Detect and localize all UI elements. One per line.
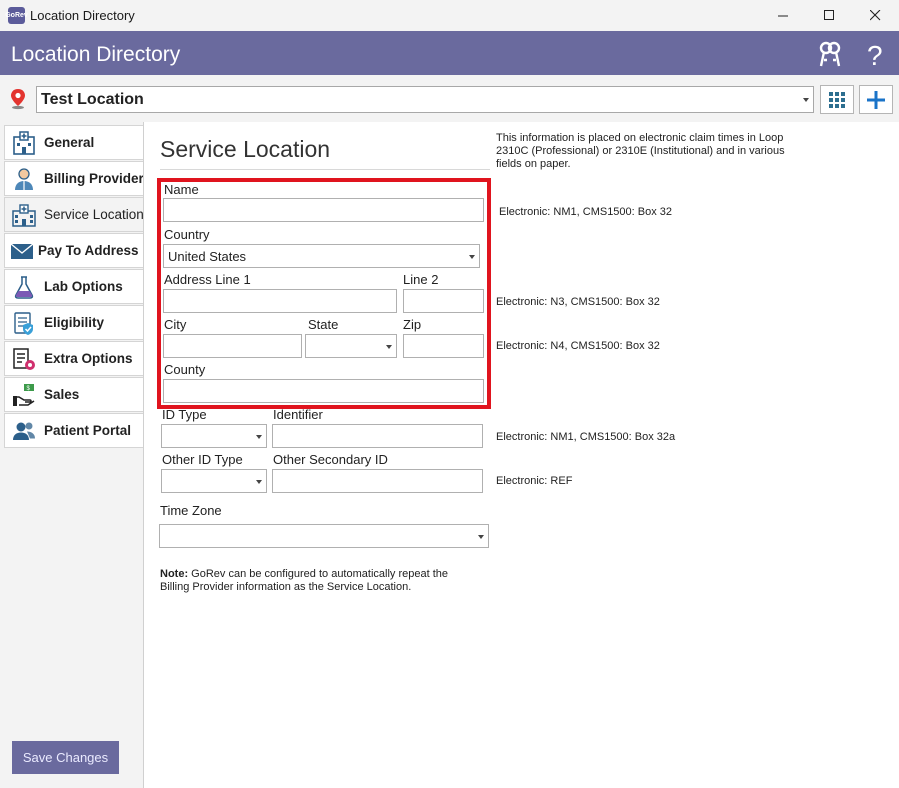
hospital-icon bbox=[12, 130, 36, 155]
sidebar-item-eligibility[interactable]: Eligibility bbox=[4, 305, 143, 340]
electronic-address-note: Electronic: N3, CMS1500: Box 32 bbox=[496, 296, 660, 308]
sidebar-item-lab-options[interactable]: Lab Options bbox=[4, 269, 143, 304]
other-id-type-select[interactable] bbox=[161, 469, 267, 493]
country-value: United States bbox=[168, 249, 247, 264]
plus-icon bbox=[867, 90, 885, 109]
city-field[interactable] bbox=[163, 334, 302, 358]
sidebar: General Billing Provider Service Locatio… bbox=[0, 122, 144, 788]
chevron-down-icon bbox=[478, 535, 484, 539]
sidebar-item-pay-to-address[interactable]: Pay To Address bbox=[4, 233, 143, 268]
country-select[interactable]: United States bbox=[163, 244, 480, 268]
sidebar-item-label: Patient Portal bbox=[44, 423, 132, 438]
chevron-down-icon bbox=[256, 480, 262, 484]
address-line1-label: Address Line 1 bbox=[164, 272, 251, 287]
eligibility-icon bbox=[12, 311, 36, 335]
minimize-icon bbox=[777, 15, 788, 17]
grid-view-button[interactable] bbox=[820, 85, 854, 114]
line2-label: Line 2 bbox=[403, 272, 439, 287]
identifier-field[interactable] bbox=[272, 424, 483, 448]
window-titlebar: GoRev Location Directory bbox=[0, 0, 899, 31]
chevron-down-icon bbox=[256, 435, 262, 439]
sidebar-item-label: Pay To Address bbox=[38, 243, 139, 258]
help-icon: ? bbox=[867, 40, 883, 71]
chevron-down-icon bbox=[386, 345, 392, 349]
other-id-type-label: Other ID Type bbox=[162, 452, 243, 467]
svg-text:?: ? bbox=[867, 40, 883, 68]
options-icon bbox=[12, 347, 36, 371]
sidebar-item-label: Sales bbox=[44, 387, 80, 402]
chevron-down-icon bbox=[803, 98, 809, 102]
zip-field[interactable] bbox=[403, 334, 484, 358]
zip-label: Zip bbox=[403, 317, 422, 332]
add-location-button[interactable] bbox=[859, 85, 893, 114]
clinic-icon bbox=[12, 203, 36, 227]
sales-icon: $ bbox=[12, 383, 36, 407]
sidebar-item-label: Billing Provider bbox=[44, 171, 144, 186]
state-label: State bbox=[308, 317, 339, 332]
close-icon bbox=[869, 10, 880, 21]
id-type-label: ID Type bbox=[162, 407, 207, 422]
sidebar-item-general[interactable]: General bbox=[4, 125, 143, 160]
header-title: Location Directory bbox=[11, 43, 181, 66]
time-zone-select[interactable] bbox=[159, 524, 489, 548]
name-label: Name bbox=[164, 182, 199, 197]
country-label: Country bbox=[164, 227, 210, 242]
maximize-icon bbox=[823, 10, 834, 20]
county-field[interactable] bbox=[163, 379, 484, 403]
other-secondary-id-field[interactable] bbox=[272, 469, 483, 493]
electronic-city-note: Electronic: N4, CMS1500: Box 32 bbox=[496, 340, 660, 352]
id-type-select[interactable] bbox=[161, 424, 267, 448]
save-changes-button[interactable]: Save Changes bbox=[12, 741, 119, 774]
location-select-value: Test Location bbox=[41, 91, 144, 108]
sidebar-item-label: Extra Options bbox=[44, 351, 133, 366]
info-text: This information is placed on electronic… bbox=[496, 132, 785, 170]
envelope-icon bbox=[10, 239, 34, 263]
page-title: Service Location bbox=[160, 136, 331, 162]
electronic-secondary-note: Electronic: REF bbox=[496, 475, 573, 487]
sidebar-item-label: Eligibility bbox=[44, 315, 105, 330]
close-button[interactable] bbox=[852, 0, 898, 31]
county-label: County bbox=[164, 362, 206, 377]
city-label: City bbox=[164, 317, 187, 332]
sidebar-item-extra-options[interactable]: Extra Options bbox=[4, 341, 143, 376]
map-pin-icon bbox=[11, 89, 25, 110]
users-icon bbox=[12, 419, 36, 443]
other-secondary-id-label: Other Secondary ID bbox=[273, 452, 388, 467]
doctor-icon bbox=[12, 167, 36, 191]
note-text: GoRev can be configured to automatically… bbox=[160, 568, 448, 593]
line2-field[interactable] bbox=[403, 289, 484, 313]
sidebar-item-sales[interactable]: $ Sales bbox=[4, 377, 143, 412]
electronic-name-note: Electronic: NM1, CMS1500: Box 32 bbox=[499, 206, 673, 218]
chevron-down-icon bbox=[469, 255, 475, 259]
configuration-note: Note: GoRev can be configured to automat… bbox=[160, 568, 480, 594]
sidebar-item-label: Service Location bbox=[44, 207, 144, 222]
sidebar-item-patient-portal[interactable]: Patient Portal bbox=[4, 413, 143, 448]
identifier-label: Identifier bbox=[273, 407, 323, 422]
sidebar-item-label: Lab Options bbox=[44, 279, 123, 294]
address-line1-field[interactable] bbox=[163, 289, 397, 313]
name-field[interactable] bbox=[163, 198, 484, 222]
main-panel: Service Location This information is pla… bbox=[143, 122, 899, 788]
flask-icon bbox=[12, 275, 36, 299]
location-select[interactable]: Test Location bbox=[36, 86, 814, 113]
sidebar-item-service-location[interactable]: Service Location bbox=[4, 197, 144, 232]
app-header: Location Directory ? bbox=[0, 31, 899, 75]
state-select[interactable] bbox=[305, 334, 397, 358]
sidebar-item-billing-provider[interactable]: Billing Provider bbox=[4, 161, 144, 196]
app-logo-icon: GoRev bbox=[5, 7, 28, 24]
minimize-button[interactable] bbox=[760, 0, 806, 31]
help-button[interactable]: ? bbox=[864, 40, 890, 71]
electronic-identifier-note: Electronic: NM1, CMS1500: Box 32a bbox=[496, 431, 676, 443]
keys-icon bbox=[819, 41, 841, 67]
keys-button[interactable] bbox=[817, 40, 843, 68]
location-bar: Test Location bbox=[0, 75, 899, 122]
note-bold: Note: bbox=[160, 568, 189, 580]
grid-icon bbox=[829, 91, 845, 108]
sidebar-item-label: General bbox=[44, 135, 95, 150]
maximize-button[interactable] bbox=[806, 0, 852, 31]
title-divider bbox=[160, 169, 490, 170]
window-title: Location Directory bbox=[30, 8, 135, 23]
time-zone-label: Time Zone bbox=[160, 503, 222, 518]
